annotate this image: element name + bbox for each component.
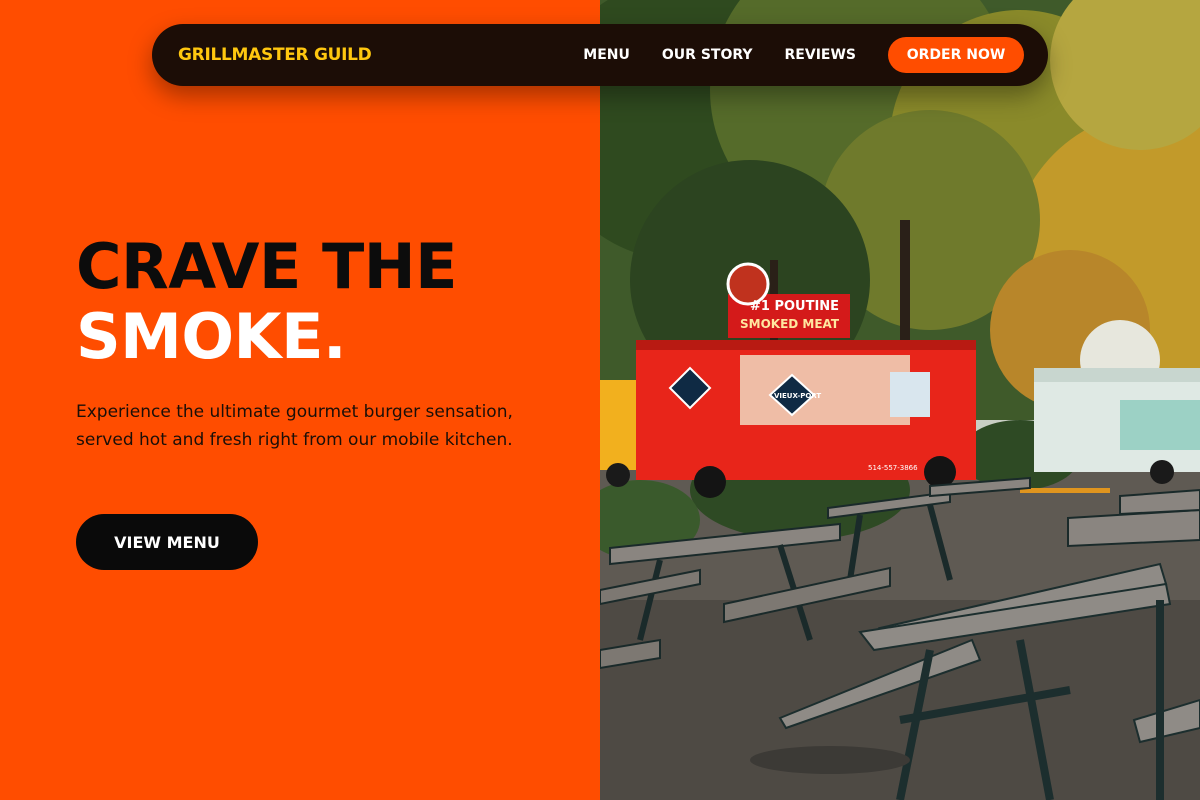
truck-sign: #1 POUTINE (750, 299, 839, 314)
truck-phone: 514-557-3866 (868, 464, 918, 472)
hero-title-line-1: CRAVE THE (76, 230, 457, 303)
nav-link-reviews[interactable]: REVIEWS (785, 47, 856, 63)
food-truck-park-photo: #1 POUTINE SMOKED MEAT VIEUX-PORT 514-55… (600, 0, 1200, 800)
hero-title-line-2: SMOKE. (76, 300, 347, 373)
hero-description: Experience the ultimate gourmet burger s… (76, 402, 513, 450)
hero-title: CRAVE THE SMOKE. (76, 232, 457, 372)
truck-sign-2: SMOKED MEAT (740, 317, 840, 331)
hero-photo: #1 POUTINE SMOKED MEAT VIEUX-PORT 514-55… (600, 0, 1200, 800)
nav-link-our-story[interactable]: OUR STORY (662, 47, 753, 63)
brand-logo[interactable]: GRILLMASTER GUILD (178, 45, 372, 65)
top-navbar: GRILLMASTER GUILD MENU OUR STORY REVIEWS… (152, 24, 1048, 86)
nav-link-menu[interactable]: MENU (583, 47, 630, 63)
order-now-button[interactable]: ORDER NOW (888, 37, 1024, 73)
nav-links: MENU OUR STORY REVIEWS ORDER NOW (583, 37, 1024, 73)
truck-badge: VIEUX-PORT (774, 392, 821, 400)
view-menu-button[interactable]: VIEW MENU (76, 514, 258, 570)
